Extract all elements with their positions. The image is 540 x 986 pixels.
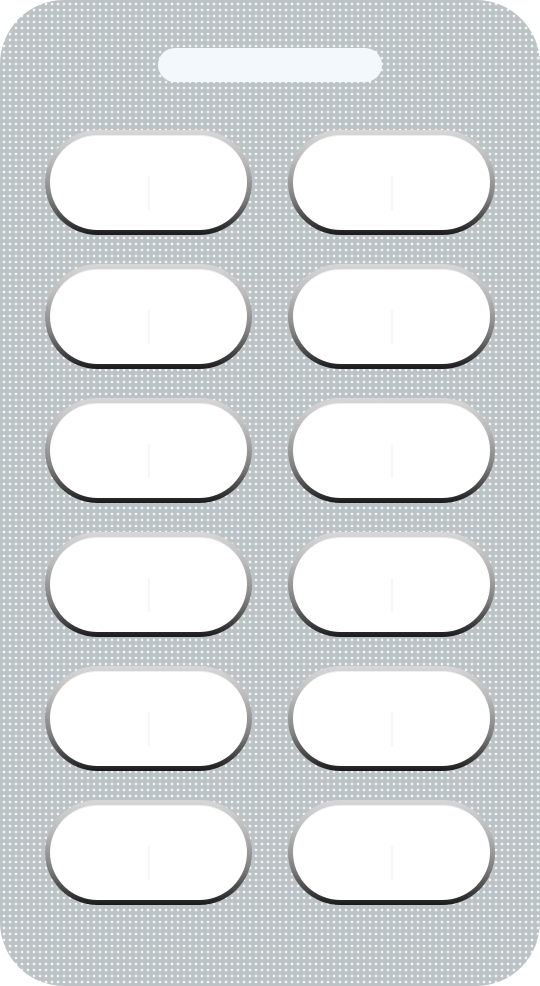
pill-score-line [148,444,149,479]
pill-blister-cell[interactable] [288,666,495,771]
pill-blister-cell[interactable] [45,532,252,637]
pill-tablet [293,671,490,766]
pill-tablet [50,805,247,900]
pill-score-line [391,846,392,881]
pill-score-line [391,712,392,747]
pill-score-line [391,310,392,345]
pill-score-line [148,176,149,211]
pill-blister-cell[interactable] [45,398,252,503]
pill-tablet [293,135,490,230]
pill-blister-cell[interactable] [288,398,495,503]
pill-tablet [50,135,247,230]
pill-score-line [148,310,149,345]
pill-blister-cell[interactable] [288,130,495,235]
pill-score-line [148,846,149,881]
hang-slot [158,48,382,82]
pill-score-line [391,444,392,479]
pill-blister-cell[interactable] [45,800,252,905]
pill-tablet [50,403,247,498]
pill-blister-cell[interactable] [45,130,252,235]
pill-tablet [293,269,490,364]
pill-tablet [293,403,490,498]
pill-score-line [391,578,392,613]
pill-tablet [50,671,247,766]
pill-tablet [293,805,490,900]
pill-blister-cell[interactable] [288,264,495,369]
pill-tablet [293,537,490,632]
pill-score-line [148,712,149,747]
pill-tablet [50,537,247,632]
pill-tablet [50,269,247,364]
pill-blister-cell[interactable] [288,532,495,637]
blister-pack [0,0,540,986]
pill-blister-cell[interactable] [45,264,252,369]
pill-blister-cell[interactable] [45,666,252,771]
pill-blister-cell[interactable] [288,800,495,905]
pill-score-line [391,176,392,211]
pill-score-line [148,578,149,613]
